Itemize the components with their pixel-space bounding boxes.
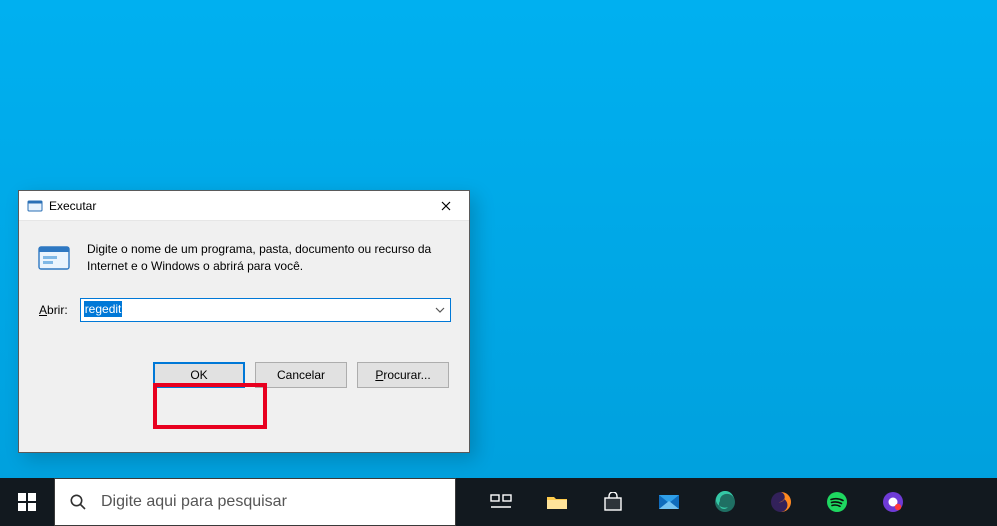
run-title-icon <box>27 198 43 214</box>
open-combobox[interactable]: regedit <box>80 298 451 322</box>
browse-button[interactable]: Procurar... <box>357 362 449 388</box>
dialog-title: Executar <box>49 199 423 213</box>
firefox-icon[interactable] <box>756 478 806 526</box>
task-view-icon[interactable] <box>476 478 526 526</box>
titlebar[interactable]: Executar <box>19 191 469 221</box>
mail-icon[interactable] <box>644 478 694 526</box>
run-icon <box>37 241 71 275</box>
windows-logo-icon <box>18 493 36 511</box>
search-placeholder: Digite aqui para pesquisar <box>101 493 287 511</box>
chevron-down-icon[interactable] <box>430 299 450 321</box>
dialog-body: Digite o nome de um programa, pasta, doc… <box>19 221 469 404</box>
start-button[interactable] <box>0 478 54 526</box>
search-icon <box>69 493 87 511</box>
button-row: OK Cancelar Procurar... <box>37 362 451 388</box>
taskbar: Digite aqui para pesquisar <box>0 478 997 526</box>
close-button[interactable] <box>423 191 469 221</box>
app-icon[interactable] <box>868 478 918 526</box>
taskbar-icons <box>476 478 918 526</box>
open-label: Abrir: <box>39 303 68 317</box>
ok-button[interactable]: OK <box>153 362 245 388</box>
dialog-description: Digite o nome de um programa, pasta, doc… <box>87 241 451 276</box>
file-explorer-icon[interactable] <box>532 478 582 526</box>
store-icon[interactable] <box>588 478 638 526</box>
run-dialog: Executar Digite o nome de um programa, p… <box>18 190 470 453</box>
spotify-icon[interactable] <box>812 478 862 526</box>
taskbar-search[interactable]: Digite aqui para pesquisar <box>54 478 456 526</box>
cancel-button[interactable]: Cancelar <box>255 362 347 388</box>
open-input[interactable] <box>80 298 451 322</box>
edge-icon[interactable] <box>700 478 750 526</box>
